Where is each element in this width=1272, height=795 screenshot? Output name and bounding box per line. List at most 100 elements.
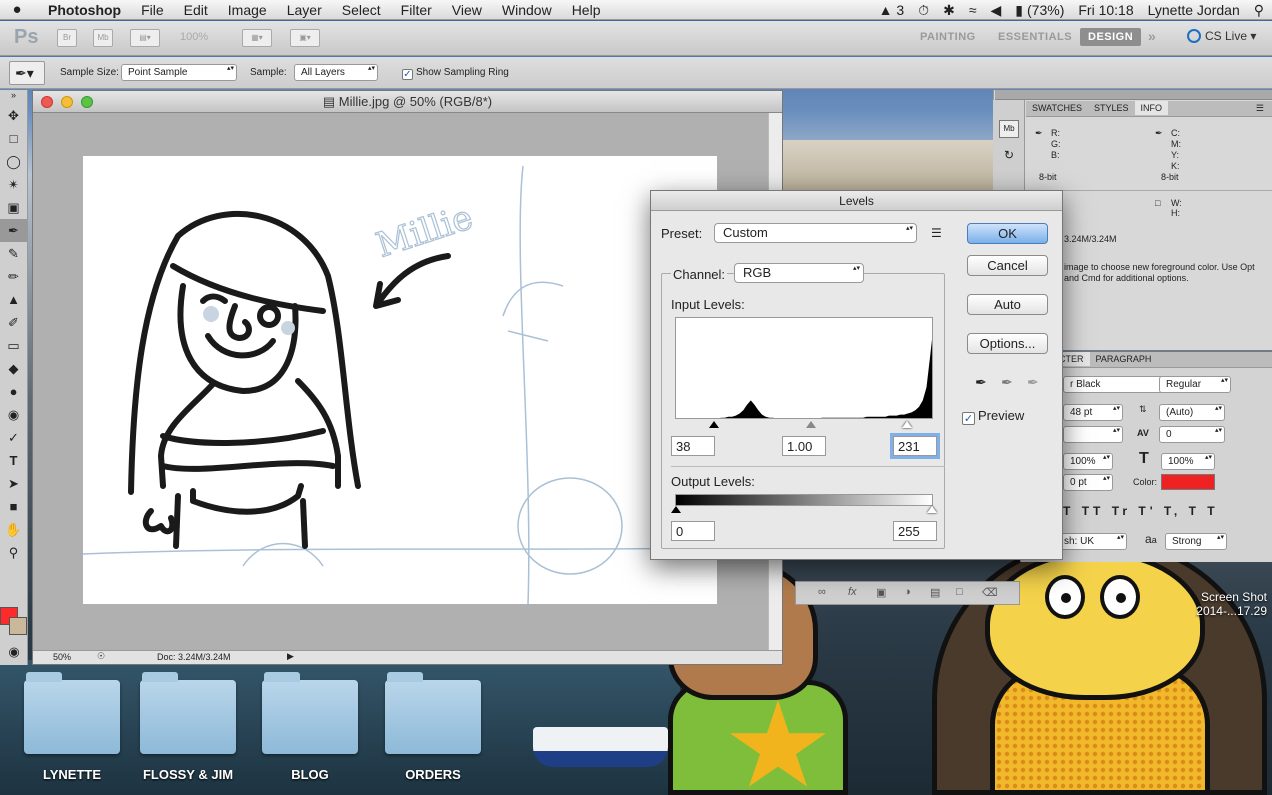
channel-select[interactable]: RGB — [734, 263, 864, 283]
black-point-eyedropper-icon[interactable]: ✒ — [975, 374, 987, 391]
new-group-icon[interactable]: ▤ — [930, 586, 940, 599]
type-tool-icon[interactable]: T — [0, 449, 27, 472]
tools-panel-collapse-icon[interactable]: » — [0, 90, 27, 104]
output-white-slider[interactable] — [927, 506, 937, 513]
options-button[interactable]: Options... — [967, 333, 1048, 354]
time-machine-icon[interactable]: ⏱ — [918, 2, 929, 19]
view-extras-button[interactable]: ▤▾ — [130, 29, 160, 47]
small-caps-button[interactable]: Tr — [1112, 504, 1131, 518]
levels-title[interactable]: Levels — [651, 191, 1062, 211]
folder-blog-label[interactable]: BLOG — [240, 767, 380, 782]
underline-button[interactable]: T — [1189, 504, 1200, 518]
tab-swatches[interactable]: SWATCHES — [1026, 101, 1088, 115]
eraser-tool-icon[interactable]: ▭ — [0, 334, 27, 357]
clone-stamp-tool-icon[interactable]: ▲ — [0, 288, 27, 311]
output-black-field[interactable]: 0 — [671, 521, 715, 541]
output-white-field[interactable]: 255 — [893, 521, 937, 541]
folder-orders-icon[interactable] — [385, 672, 481, 754]
input-gamma-slider[interactable] — [806, 421, 816, 428]
workspace-essentials[interactable]: ESSENTIALS — [998, 31, 1072, 43]
cs-live-menu[interactable]: CS Live ▾ — [1187, 29, 1256, 43]
bluetooth-icon[interactable]: ✱ — [943, 2, 955, 19]
link-layers-icon[interactable]: ∞ — [818, 586, 826, 598]
shape-tool-icon[interactable]: ■ — [0, 495, 27, 518]
folder-flossy-jim-icon[interactable] — [140, 672, 236, 754]
input-white-slider[interactable] — [902, 421, 912, 428]
mini-bridge-panel-icon[interactable]: Mb — [999, 120, 1019, 138]
font-family-select[interactable]: r Black — [1063, 376, 1173, 393]
image-canvas[interactable]: Millie — [83, 156, 717, 604]
menu-file[interactable]: File — [131, 2, 174, 18]
lasso-tool-icon[interactable]: ◯ — [0, 150, 27, 173]
blur-tool-icon[interactable]: ● — [0, 380, 27, 403]
kerning-field[interactable] — [1063, 426, 1123, 443]
document-status-arrow-icon[interactable]: ▶ — [287, 651, 294, 662]
sample-size-select[interactable]: Point Sample — [121, 64, 237, 81]
menu-window[interactable]: Window — [492, 2, 562, 18]
zoom-tool-icon[interactable]: ⚲ — [0, 541, 27, 564]
input-gamma-field[interactable]: 1.00 — [782, 436, 826, 456]
folder-orders-label[interactable]: ORDERS — [363, 767, 503, 782]
arrange-documents-button[interactable]: ▦▾ — [242, 29, 272, 47]
input-black-field[interactable]: 38 — [671, 436, 715, 456]
strikethrough-button[interactable]: T — [1207, 504, 1218, 518]
brush-tool-icon[interactable]: ✏ — [0, 265, 27, 288]
bridge-button[interactable]: Br — [57, 29, 77, 47]
show-sampling-ring-option[interactable]: ✓ Show Sampling Ring — [402, 67, 509, 80]
quick-select-tool-icon[interactable]: ✴ — [0, 173, 27, 196]
font-size-field[interactable]: 48 pt — [1063, 404, 1123, 421]
zoom-window-icon[interactable] — [81, 96, 93, 108]
clock[interactable]: Fri 10:18 — [1078, 2, 1133, 18]
background-color-swatch[interactable] — [9, 617, 27, 635]
output-black-slider[interactable] — [671, 506, 681, 513]
document-zoom-field[interactable]: 50% — [53, 652, 71, 662]
screen-mode-button[interactable]: ▣▾ — [290, 29, 320, 47]
all-caps-button[interactable]: TT — [1082, 504, 1105, 518]
white-point-eyedropper-icon[interactable]: ✒ — [1027, 374, 1039, 391]
gray-point-eyedropper-icon[interactable]: ✒ — [1001, 374, 1013, 391]
menu-image[interactable]: Image — [218, 2, 277, 18]
folder-lynette-icon[interactable] — [24, 672, 120, 754]
screenshot-file-label[interactable]: Screen Shot 2014-...17.29 — [1163, 590, 1267, 618]
tab-info[interactable]: INFO — [1134, 101, 1169, 115]
more-workspaces-icon[interactable]: » — [1148, 28, 1156, 44]
auto-button[interactable]: Auto — [967, 294, 1048, 315]
preview-option[interactable]: ✓ Preview — [962, 408, 1024, 425]
input-white-field[interactable]: 231 — [893, 436, 937, 456]
folder-flossy-jim-label[interactable]: FLOSSY & JIM — [118, 767, 258, 782]
superscript-button[interactable]: T' — [1138, 504, 1156, 518]
marquee-tool-icon[interactable]: □ — [0, 127, 27, 150]
layer-style-icon[interactable]: fx — [848, 586, 857, 598]
zoom-level[interactable]: 100% — [180, 31, 208, 43]
panel-menu-icon[interactable]: ☰ — [1250, 101, 1270, 116]
language-select[interactable]: sh: UK — [1057, 533, 1127, 550]
font-style-select[interactable]: Regular — [1159, 376, 1231, 393]
preset-select[interactable]: Custom — [714, 223, 917, 243]
menu-edit[interactable]: Edit — [174, 2, 218, 18]
move-tool-icon[interactable]: ✥ — [0, 104, 27, 127]
menu-filter[interactable]: Filter — [391, 2, 442, 18]
anti-alias-select[interactable]: Strong — [1165, 533, 1227, 550]
menu-layer[interactable]: Layer — [277, 2, 332, 18]
adjustment-layer-icon[interactable]: ◑ — [904, 586, 911, 598]
panel-dock-header[interactable] — [995, 90, 1272, 100]
close-window-icon[interactable] — [41, 96, 53, 108]
eyedropper-tool-icon[interactable]: ✒ — [0, 219, 27, 242]
volume-icon[interactable]: ◀ — [991, 2, 1002, 19]
workspace-painting[interactable]: PAINTING — [920, 31, 976, 43]
preview-checkbox[interactable]: ✓ — [962, 412, 975, 425]
path-selection-tool-icon[interactable]: ➤ — [0, 472, 27, 495]
hand-tool-icon[interactable]: ✋ — [0, 518, 27, 541]
text-color-swatch[interactable] — [1161, 474, 1215, 490]
pen-tool-icon[interactable]: ✓ — [0, 426, 27, 449]
new-layer-icon[interactable]: □ — [956, 586, 963, 598]
ok-button[interactable]: OK — [967, 223, 1048, 244]
leading-field[interactable]: (Auto) — [1159, 404, 1225, 421]
cancel-button[interactable]: Cancel — [967, 255, 1048, 276]
eyedropper-preset-icon[interactable]: ✒▾ — [9, 61, 45, 85]
user-name[interactable]: Lynette Jordan — [1148, 2, 1240, 18]
adobe-updates-icon[interactable]: ▲ 3 — [879, 2, 905, 18]
tracking-field[interactable]: 0 — [1159, 426, 1225, 443]
paint-bucket-tool-icon[interactable]: ◆ — [0, 357, 27, 380]
dodge-tool-icon[interactable]: ◉ — [0, 403, 27, 426]
